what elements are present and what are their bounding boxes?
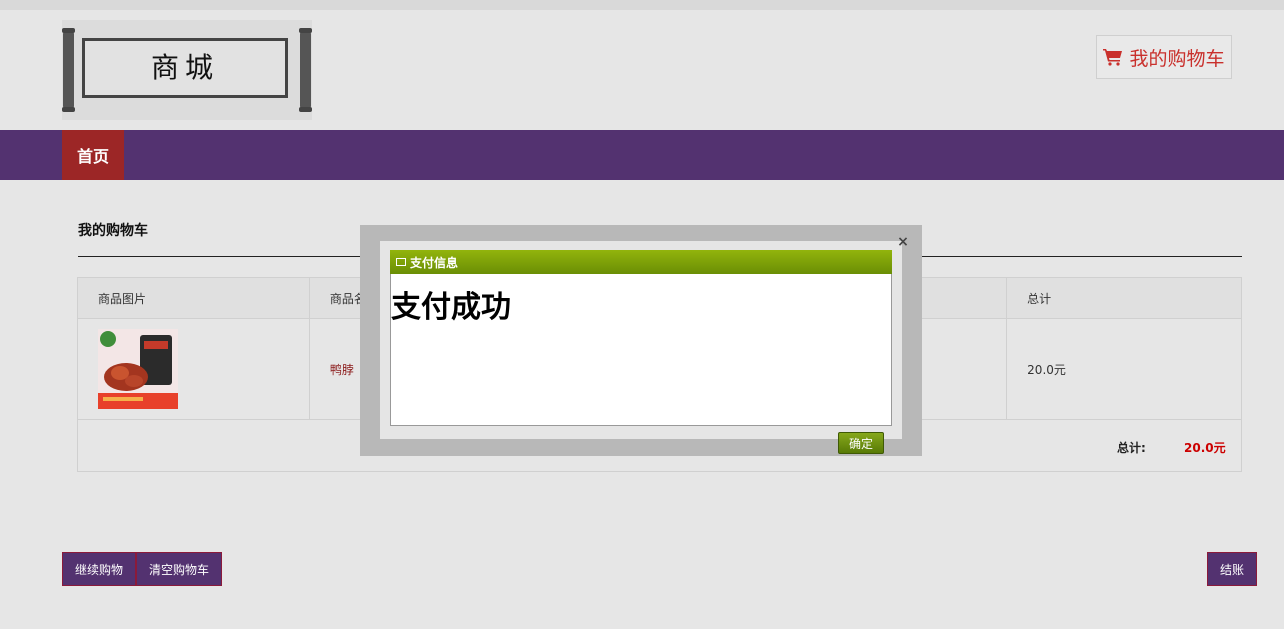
main-nav: 首页 (0, 130, 1284, 180)
window-icon (396, 258, 406, 266)
column-header-image: 商品图片 (77, 277, 310, 319)
total-value: 20.0元 (1184, 441, 1226, 455)
payment-dialog: × 支付信息 支付成功 确定 (360, 225, 922, 456)
scroll-rod-right (299, 28, 312, 112)
product-name-link[interactable]: 鸭脖 (330, 363, 354, 377)
my-cart-button[interactable]: 我的购物车 (1096, 35, 1232, 79)
product-image-cell (77, 318, 310, 420)
my-cart-label: 我的购物车 (1129, 47, 1225, 70)
total-label: 总计: (1117, 441, 1146, 455)
payment-success-message: 支付成功 (391, 290, 511, 325)
nav-item-home[interactable]: 首页 (62, 130, 124, 180)
clear-cart-button[interactable]: 清空购物车 (136, 552, 222, 586)
logo-frame: 商城 (82, 38, 288, 98)
scroll-rod-left (62, 28, 75, 112)
site-logo[interactable]: 商城 (62, 20, 312, 120)
column-header-total: 总计 (1006, 277, 1242, 319)
top-strip (0, 0, 1284, 10)
product-image[interactable] (98, 329, 178, 409)
checkout-button[interactable]: 结账 (1207, 552, 1257, 586)
ok-button[interactable]: 确定 (838, 432, 884, 454)
logo-text: 商城 (150, 51, 219, 84)
product-total-cell: 20.0元 (1006, 318, 1242, 420)
continue-shopping-button[interactable]: 继续购物 (62, 552, 136, 586)
close-icon[interactable]: × (896, 235, 910, 249)
cart-title: 我的购物车 (78, 223, 148, 239)
dialog-title-bar: 支付信息 (390, 250, 892, 274)
shopping-cart-icon (1103, 49, 1123, 66)
dialog-body: 支付成功 (390, 274, 892, 426)
dialog-title: 支付信息 (410, 255, 459, 270)
